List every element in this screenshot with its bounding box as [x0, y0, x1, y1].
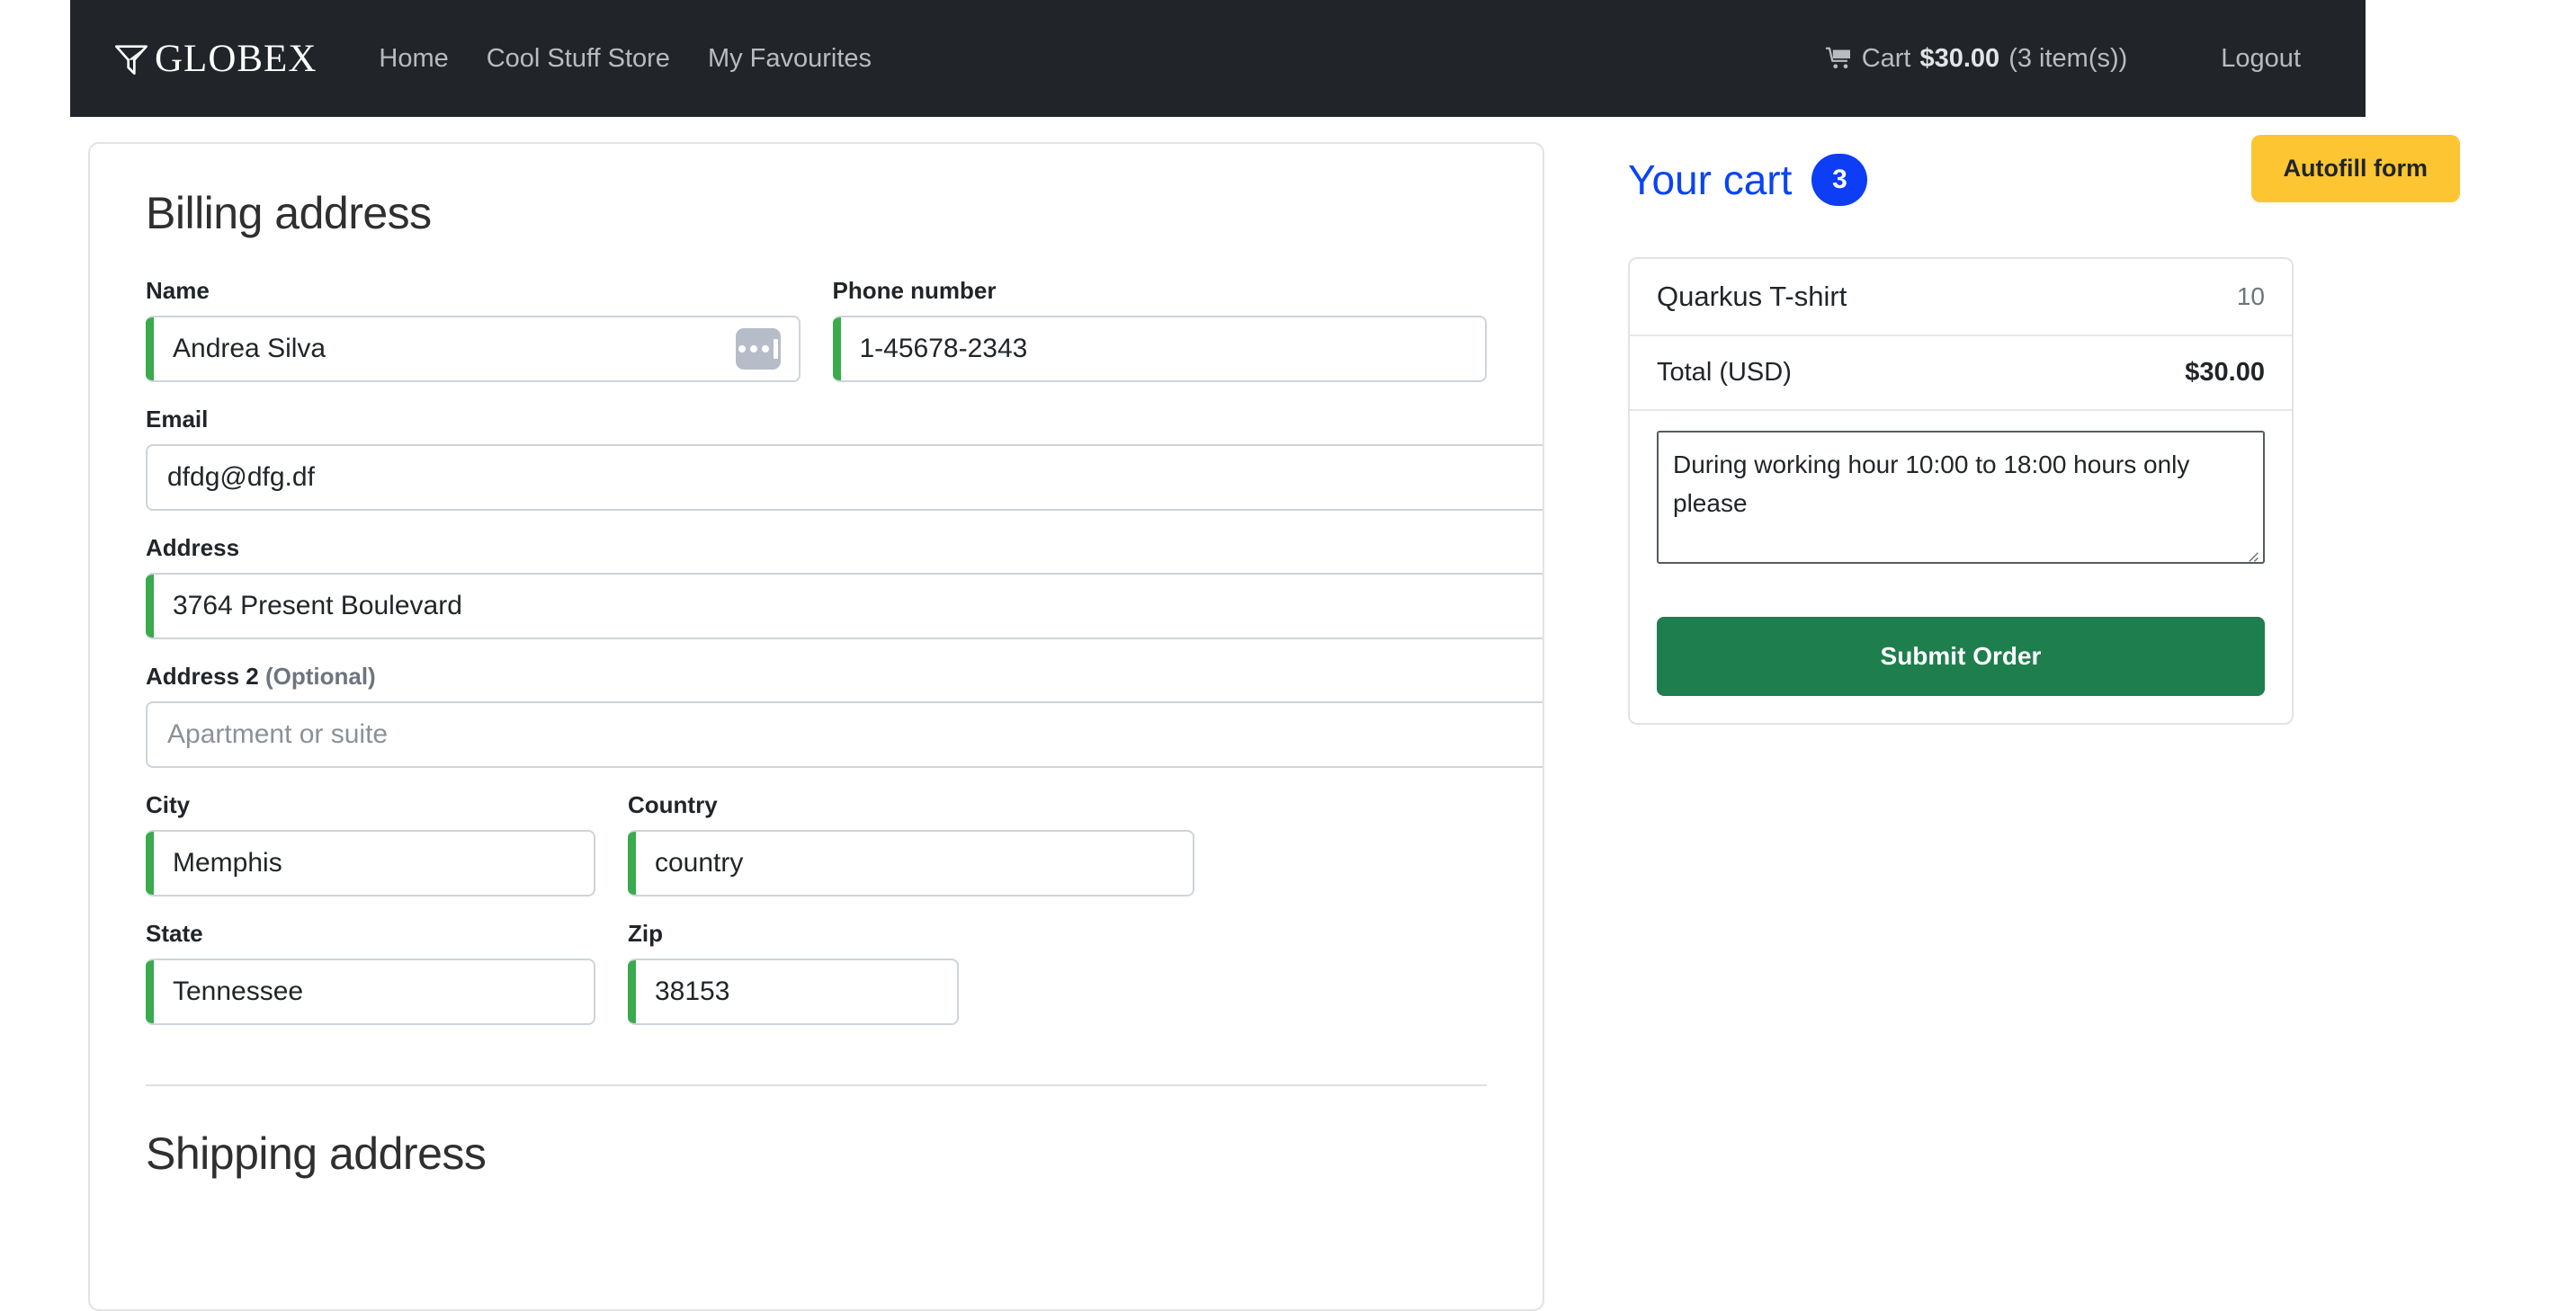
zip-input[interactable]: 38153 — [628, 959, 959, 1025]
country-label: Country — [628, 791, 718, 818]
cart-heading: Your cart — [1628, 156, 1793, 203]
name-field-group: Name Andrea Silva — [146, 277, 801, 382]
order-note-row — [1630, 411, 2292, 592]
state-value: Tennessee — [173, 977, 304, 1006]
name-phone-row: Name Andrea Silva Phone number 1-45678-2… — [146, 277, 1487, 406]
cart-list: Quarkus T-shirt 10 Total (USD) $30.00 Su… — [1628, 257, 2294, 725]
address-label: Address — [146, 534, 240, 561]
submit-order-row: Submit Order — [1630, 592, 2292, 723]
phone-label: Phone number — [832, 277, 997, 304]
country-value: country — [655, 848, 744, 878]
cart-label: Cart — [1861, 43, 1911, 73]
cart-price: $30.00 — [1919, 43, 2000, 73]
email-label: Email — [146, 406, 209, 433]
address2-placeholder: Apartment or suite — [167, 719, 389, 749]
page-body: Billing address Name Andrea Silva Phone … — [0, 117, 2576, 1311]
address2-field-group: Address 2 (Optional) Apartment or suite — [146, 663, 1543, 768]
name-input[interactable]: Andrea Silva — [146, 316, 801, 382]
brand-name: GLOBEX — [155, 37, 318, 80]
shipping-address-heading: Shipping address — [146, 1128, 487, 1179]
zip-label: Zip — [628, 920, 663, 947]
nav-link-my-favourites[interactable]: My Favourites — [689, 44, 890, 74]
nav-link-cool-stuff-store[interactable]: Cool Stuff Store — [468, 44, 689, 74]
cart-item-name: Quarkus T-shirt — [1657, 281, 1847, 312]
city-label: City — [146, 791, 191, 818]
city-field-group: City Memphis — [146, 791, 595, 896]
order-note-textarea[interactable] — [1657, 431, 2265, 564]
top-navbar: GLOBEX Home Cool Stuff Store My Favourit… — [70, 0, 2366, 117]
state-input[interactable]: Tennessee — [146, 959, 595, 1025]
funnel-logo-icon — [115, 45, 148, 75]
state-zip-row: State Tennessee Zip 38153 — [146, 920, 1487, 1048]
country-select[interactable]: country — [628, 830, 1194, 896]
phone-field-group: Phone number 1-45678-2343 — [832, 277, 1487, 382]
address2-optional-tag: (Optional) — [264, 663, 376, 690]
billing-address-heading: Billing address — [146, 188, 432, 238]
cart-item-row: Quarkus T-shirt 10 — [1630, 259, 2292, 336]
country-field-group: Country country — [628, 791, 1194, 896]
email-value: dfdg@dfg.df — [167, 462, 315, 492]
address-input[interactable]: 3764 Present Boulevard — [146, 573, 1543, 639]
phone-input[interactable]: 1-45678-2343 — [832, 316, 1487, 382]
password-manager-dots-icon[interactable] — [735, 328, 781, 370]
billing-form-card: Billing address Name Andrea Silva Phone … — [88, 142, 1544, 1311]
logout-link[interactable]: Logout — [2199, 44, 2322, 74]
address-value: 3764 Present Boulevard — [173, 591, 462, 620]
cart-item-quantity: 10 — [2236, 282, 2265, 310]
autofill-form-button[interactable]: Autofill form — [2250, 135, 2460, 202]
address2-input[interactable]: Apartment or suite — [146, 701, 1543, 768]
cart-total-value: $30.00 — [2185, 358, 2265, 387]
nav-links: Home Cool Stuff Store My Favourites — [360, 44, 890, 74]
nav-right-group: Cart $30.00 (3 item(s)) Logout — [1804, 44, 2322, 74]
cart-count-badge: 3 — [1811, 154, 1868, 206]
order-note-wrap — [1657, 431, 2265, 568]
brand-logo[interactable]: GLOBEX — [113, 37, 317, 81]
name-value: Andrea Silva — [173, 334, 326, 363]
city-country-row: City Memphis Country country — [146, 791, 1487, 920]
cart-total-row: Total (USD) $30.00 — [1630, 336, 2292, 411]
zip-value: 38153 — [655, 977, 730, 1006]
city-input[interactable]: Memphis — [146, 830, 595, 896]
email-field-group: Email dfdg@dfg.df — [146, 406, 1543, 511]
address2-label: Address 2 (Optional) — [146, 663, 1543, 691]
cart-item-count: (3 item(s)) — [2008, 43, 2128, 73]
city-value: Memphis — [173, 848, 282, 878]
email-input[interactable]: dfdg@dfg.df — [146, 444, 1543, 511]
address-field-group: Address 3764 Present Boulevard — [146, 534, 1543, 639]
cart-link[interactable]: Cart $30.00 (3 item(s)) — [1804, 44, 2150, 74]
shopping-cart-icon — [1825, 47, 1850, 69]
state-label: State — [146, 920, 203, 947]
state-field-group: State Tennessee — [146, 920, 595, 1025]
address2-label-text: Address 2 — [146, 663, 259, 690]
cart-panel: Your cart 3 Autofill form Quarkus T-shir… — [1628, 135, 2460, 725]
cart-total-label: Total (USD) — [1657, 358, 1792, 387]
phone-value: 1-45678-2343 — [859, 334, 1028, 363]
zip-field-group: Zip 38153 — [628, 920, 959, 1025]
name-label: Name — [146, 277, 210, 304]
cart-header: Your cart 3 Autofill form — [1628, 135, 2460, 218]
section-divider — [146, 1084, 1487, 1086]
submit-order-button[interactable]: Submit Order — [1657, 617, 2265, 696]
nav-link-home[interactable]: Home — [360, 44, 467, 74]
